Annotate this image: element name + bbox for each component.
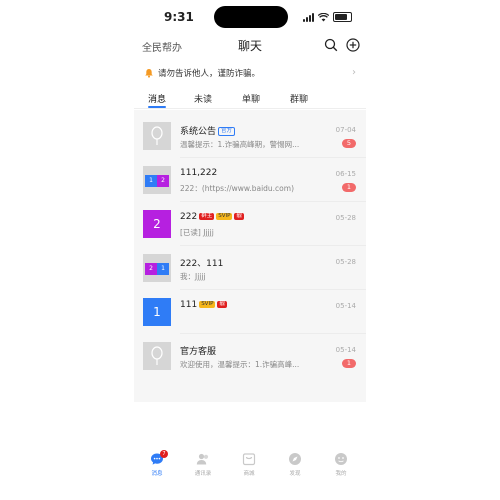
pretty-number-tag: 靓	[217, 301, 227, 308]
unread-badge: 5	[342, 139, 356, 148]
wifi-icon	[318, 12, 329, 21]
chat-name: 111 SVIP 靓	[180, 300, 227, 310]
bell-icon	[145, 69, 153, 78]
chat-list: 系统公告 官方 温馨提示：1.诈骗高峰期，警惕网... 07-04 5 1 2 1…	[134, 110, 366, 402]
search-icon[interactable]	[324, 37, 338, 52]
bottom-tab-messages[interactable]: 7 消息	[134, 450, 180, 482]
tab-group-chat[interactable]: 群聊	[290, 92, 308, 105]
bottom-tab-label: 发现	[289, 471, 301, 477]
status-bar: 9:31	[134, 0, 366, 34]
chat-row[interactable]: 1 2 111,222 222：(https://www.baidu.com) …	[134, 158, 366, 202]
tabs-divider	[134, 108, 366, 109]
chat-date: 05-28	[335, 258, 356, 266]
battery-icon	[333, 12, 352, 22]
owner-tag: 群主	[199, 213, 215, 220]
nav-actions	[324, 37, 360, 52]
tab-single-chat[interactable]: 单聊	[242, 92, 260, 105]
add-icon[interactable]	[346, 37, 360, 52]
bottom-tab-contacts[interactable]: 通讯录	[180, 452, 226, 482]
user-placeholder-icon	[151, 346, 163, 365]
nav-bar: 全民帮办 聊天	[134, 34, 366, 56]
status-time: 9:31	[164, 10, 194, 24]
bottom-tab-label: 通讯录	[194, 471, 212, 477]
unread-badge: 1	[342, 359, 356, 368]
chat-date: 07-04	[335, 126, 356, 134]
chevron-right-icon: ›	[352, 67, 356, 78]
group-avatar: 2 1	[143, 254, 171, 282]
chat-name: 官方客服	[180, 347, 217, 357]
chat-date: 05-28	[335, 214, 356, 222]
bottom-tab-bar: 7 消息 通讯录 商城 发现 我的	[134, 450, 366, 482]
chat-row[interactable]: 2 1 222、111 我：Jjjjj 05-28	[134, 246, 366, 290]
pretty-number-tag: 靓	[234, 213, 244, 220]
bottom-tab-label: 商城	[243, 471, 255, 477]
chat-name: 111,222	[180, 168, 218, 178]
group-avatar-member: 2	[145, 263, 157, 275]
chat-name-text: 222	[180, 212, 198, 222]
group-avatar-member: 2	[157, 175, 169, 187]
group-avatar-member: 1	[157, 263, 169, 275]
dynamic-island	[214, 6, 288, 28]
chat-preview: 222：(https://www.baidu.com)	[180, 184, 295, 193]
contacts-icon	[196, 453, 209, 465]
group-avatar: 1 2	[143, 166, 171, 194]
chat-preview: [已读] Jjjjj	[180, 228, 214, 237]
vip-tag: SVIP	[216, 213, 233, 220]
avatar	[143, 122, 171, 150]
phone-screen: 9:31 全民帮办 聊天 请勿告诉他人，谨防诈骗。 › 消息 未读 单聊 群聊	[134, 0, 366, 500]
chat-date: 06-15	[335, 170, 356, 178]
group-avatar-member: 1	[145, 175, 157, 187]
avatar	[143, 342, 171, 370]
vip-tag: SVIP	[199, 301, 216, 308]
tab-unread[interactable]: 未读	[194, 92, 212, 105]
avatar: 2	[143, 210, 171, 238]
chat-date: 05-14	[335, 346, 356, 354]
chat-name-text: 系统公告	[180, 127, 217, 137]
chat-row[interactable]: 1 111 SVIP 靓 05-14	[134, 290, 366, 334]
chat-preview: 温馨提示：1.诈骗高峰期，警惕网...	[180, 140, 300, 149]
shop-icon	[242, 453, 256, 466]
notice-bar[interactable]: 请勿告诉他人，谨防诈骗。 ›	[140, 62, 360, 84]
chat-tabs: 消息 未读 单聊 群聊	[134, 90, 366, 108]
chat-date: 05-14	[335, 302, 356, 310]
bottom-tab-label: 消息	[151, 471, 163, 477]
official-tag: 官方	[218, 127, 236, 136]
compass-icon	[289, 453, 301, 465]
notice-text: 请勿告诉他人，谨防诈骗。	[158, 69, 261, 79]
messages-badge: 7	[160, 450, 168, 458]
chat-name-text: 111	[180, 300, 198, 310]
tab-messages[interactable]: 消息	[148, 92, 166, 105]
chat-name: 系统公告 官方	[180, 124, 236, 137]
chat-row[interactable]: 官方客服 欢迎使用，温馨提示：1.诈骗高峰... 05-14 1	[134, 334, 366, 378]
status-icons	[303, 12, 352, 22]
bottom-tab-mall[interactable]: 商城	[226, 452, 272, 482]
avatar: 1	[143, 298, 171, 326]
chat-name: 222 群主 SVIP 靓	[180, 212, 244, 222]
profile-icon	[335, 453, 347, 465]
chat-row[interactable]: 2 222 群主 SVIP 靓 [已读] Jjjjj 05-28	[134, 202, 366, 246]
chat-preview: 我：Jjjjj	[180, 272, 206, 281]
unread-badge: 1	[342, 183, 356, 192]
bottom-tab-me[interactable]: 我的	[318, 452, 364, 482]
bottom-tab-discover[interactable]: 发现	[272, 452, 318, 482]
chat-row[interactable]: 系统公告 官方 温馨提示：1.诈骗高峰期，警惕网... 07-04 5	[134, 114, 366, 158]
user-placeholder-icon	[151, 126, 163, 145]
chat-name: 222、111	[180, 259, 224, 269]
signal-icon	[303, 12, 314, 22]
bottom-tab-label: 我的	[335, 471, 347, 477]
chat-preview: 欢迎使用，温馨提示：1.诈骗高峰...	[180, 360, 300, 369]
